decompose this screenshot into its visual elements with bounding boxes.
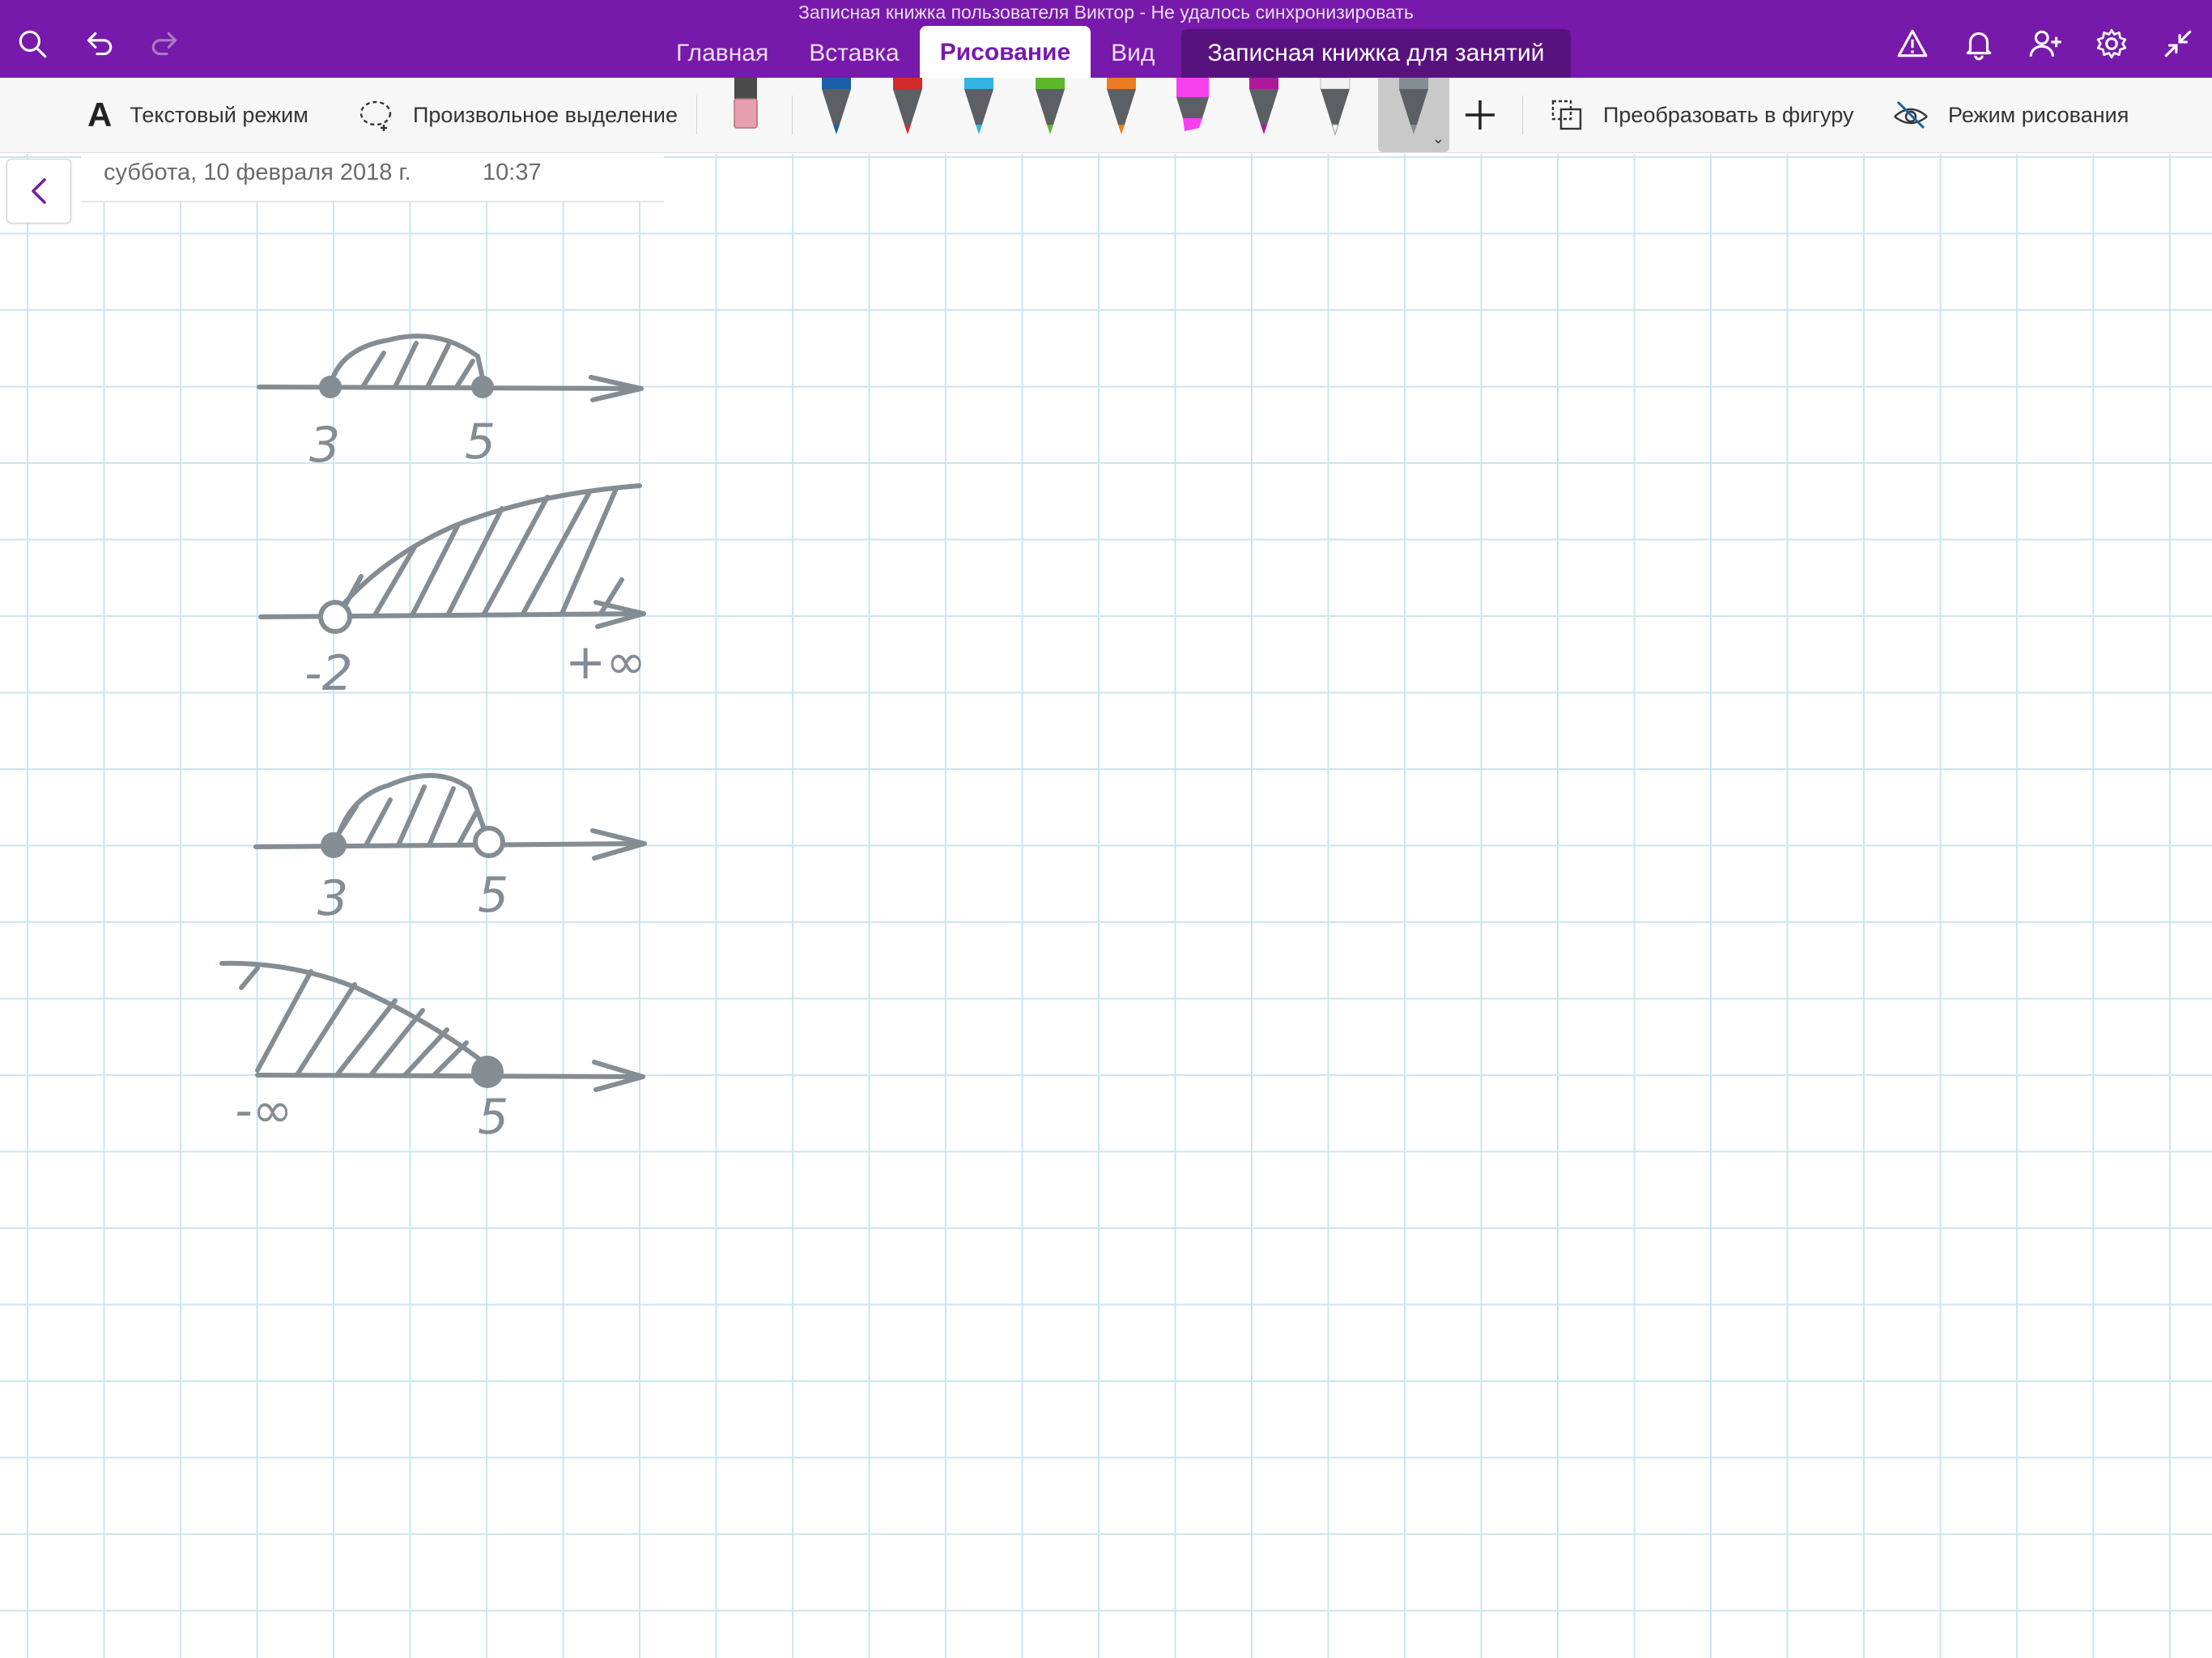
number-line-4: -∞ 5 xyxy=(219,960,645,1146)
closed-point xyxy=(321,832,347,858)
ink-label: 5 xyxy=(478,867,508,924)
ink-label: 5 xyxy=(465,414,496,470)
ink-label: +∞ xyxy=(565,634,646,691)
hatch xyxy=(360,341,475,389)
ink-label: -2 xyxy=(304,645,353,702)
ink-label: 3 xyxy=(309,417,340,474)
closed-point xyxy=(319,376,342,398)
hatch xyxy=(239,966,469,1078)
ink-label: 3 xyxy=(317,870,348,927)
closed-point xyxy=(471,376,494,398)
axis-line xyxy=(255,1073,645,1079)
number-line-1: 3 5 xyxy=(257,334,644,474)
ink-drawings: 3 5 -2 +∞ 3 5 -∞ 5 xyxy=(219,334,647,1146)
open-point xyxy=(473,826,505,858)
axis-line xyxy=(258,611,646,619)
ink-label: -∞ xyxy=(235,1082,293,1139)
number-line-2: -2 +∞ xyxy=(258,483,646,702)
arc xyxy=(331,483,642,618)
hatch xyxy=(341,488,624,616)
axis-line xyxy=(253,841,647,849)
hatch xyxy=(336,784,479,848)
closed-point xyxy=(471,1056,504,1088)
ink-label: 5 xyxy=(478,1089,508,1146)
open-point xyxy=(318,600,352,634)
number-line-3: 3 5 xyxy=(253,772,647,927)
axis-line xyxy=(257,385,644,391)
